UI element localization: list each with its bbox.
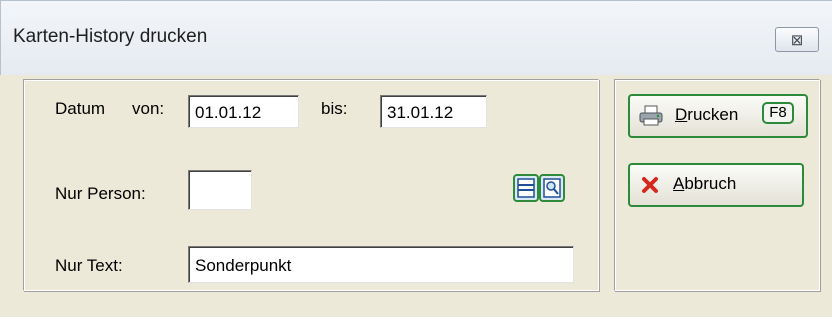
person-list-button[interactable] xyxy=(513,174,539,202)
print-button[interactable]: Drucken F8 xyxy=(628,94,808,138)
cancel-button[interactable]: Abbruch xyxy=(628,163,804,207)
print-label: rucken xyxy=(687,105,739,124)
red-x-icon xyxy=(642,177,658,193)
text-label: Nur Text: xyxy=(55,256,123,275)
dialog-window: Karten-History drucken ⊠ Datum von: bis:… xyxy=(0,0,832,317)
close-icon: ⊠ xyxy=(790,31,804,49)
print-mnemonic: D xyxy=(675,105,688,124)
magnifier-search-icon xyxy=(543,178,561,198)
person-input[interactable] xyxy=(188,170,252,210)
title-bar[interactable]: Karten-History drucken ⊠ xyxy=(0,0,832,75)
cancel-label: bbruch xyxy=(684,174,737,193)
print-shortcut-badge: F8 xyxy=(762,102,794,124)
list-lookup-icon xyxy=(517,178,535,198)
datum-label: Datum xyxy=(55,99,106,118)
date-to-input[interactable] xyxy=(380,95,487,128)
bis-label: bis: xyxy=(321,99,348,118)
date-from-input[interactable] xyxy=(188,95,299,128)
window-title: Karten-History drucken xyxy=(13,26,208,47)
printer-icon xyxy=(639,105,663,126)
text-filter-input[interactable] xyxy=(188,246,574,283)
close-button[interactable]: ⊠ xyxy=(775,27,819,52)
person-label: Nur Person: xyxy=(55,184,146,203)
von-label: von: xyxy=(132,99,165,118)
cancel-mnemonic: A xyxy=(673,174,685,193)
person-search-button[interactable] xyxy=(539,174,565,202)
